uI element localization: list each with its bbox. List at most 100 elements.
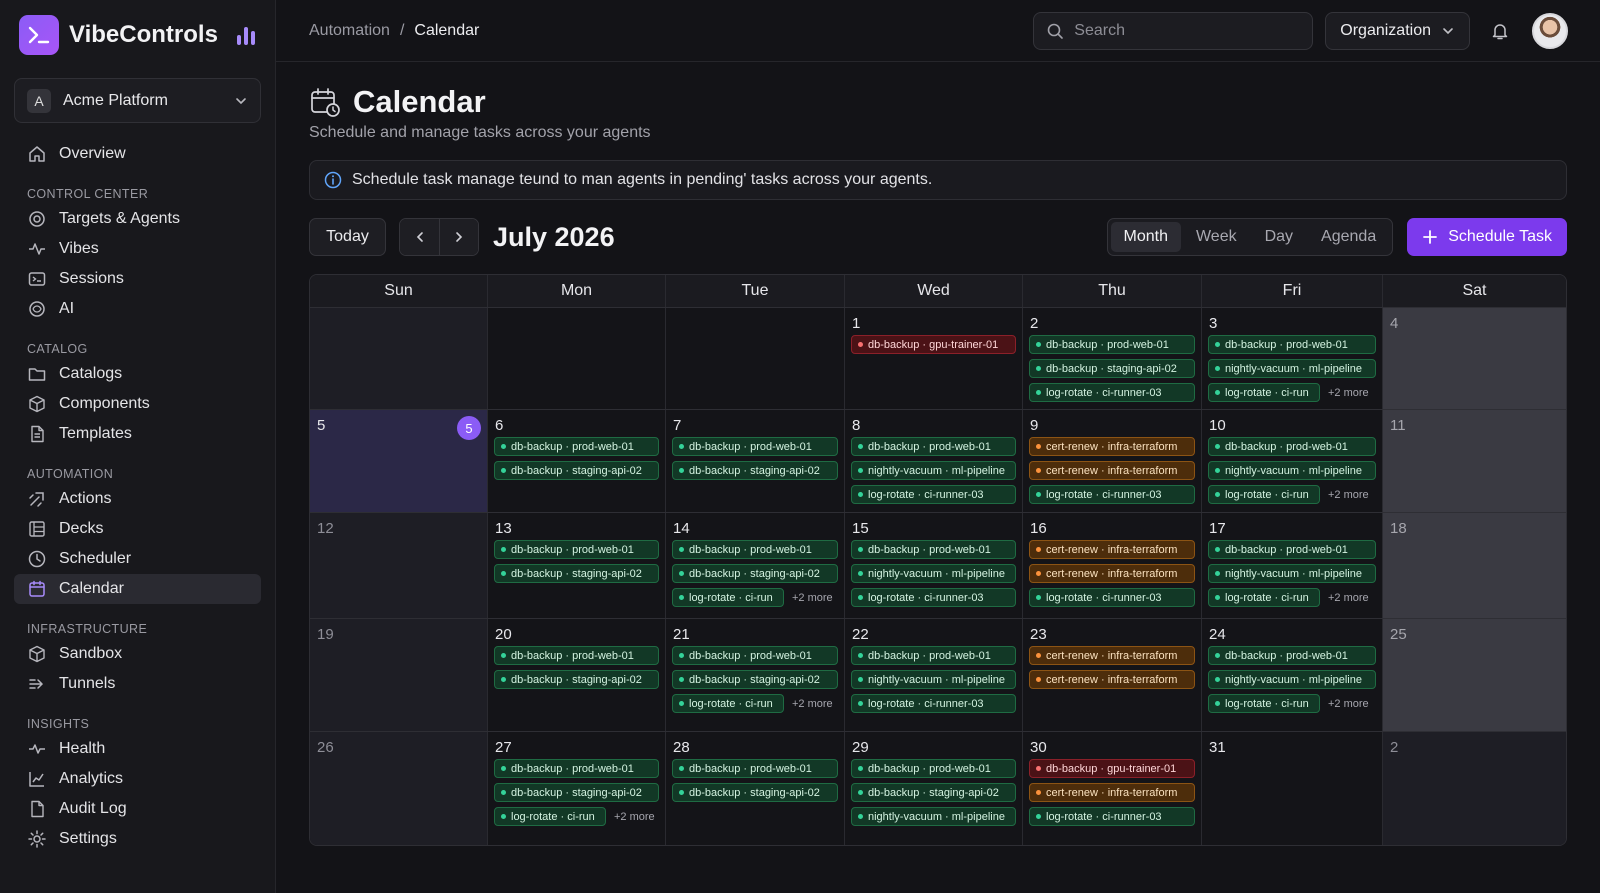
event-chip[interactable]: nightly-vacuum · ml-pipeline — [851, 807, 1016, 826]
event-chip[interactable]: nightly-vacuum · ml-pipeline — [851, 461, 1016, 480]
event-chip[interactable]: db-backup · prod-web-01 — [1208, 540, 1376, 559]
view-week-button[interactable]: Week — [1183, 222, 1250, 252]
event-chip[interactable]: db-backup · staging-api-02 — [494, 461, 659, 480]
sidebar-item-decks[interactable]: Decks — [14, 514, 261, 544]
event-chip[interactable]: db-backup · prod-web-01 — [494, 437, 659, 456]
more-events-link[interactable]: +2 more — [1328, 489, 1369, 501]
event-chip[interactable]: db-backup · staging-api-02 — [672, 461, 838, 480]
day-cell[interactable]: 17 db-backup · prod-web-01 nightly-vacuum … — [1202, 513, 1383, 618]
event-chip[interactable]: log-rotate · ci-run — [672, 588, 784, 607]
event-chip[interactable]: db-backup · staging-api-02 — [672, 783, 838, 802]
organization-dropdown[interactable]: Organization — [1325, 11, 1470, 50]
event-chip[interactable]: db-backup · staging-api-02 — [494, 783, 659, 802]
day-cell[interactable]: 15 db-backup · prod-web-01 nightly-vacuum … — [845, 513, 1023, 618]
day-cell[interactable]: 6 db-backup · prod-web-01 db-backup · stag… — [488, 410, 666, 512]
sidebar-item-audit-log[interactable]: Audit Log — [14, 794, 261, 824]
event-chip[interactable]: log-rotate · ci-run — [1208, 383, 1320, 402]
sidebar-item-sessions[interactable]: Sessions — [14, 264, 261, 294]
event-chip[interactable]: db-backup · gpu-trainer-01 — [851, 335, 1016, 354]
day-cell[interactable]: 20 db-backup · prod-web-01 db-backup · sta… — [488, 619, 666, 731]
event-chip[interactable]: db-backup · staging-api-02 — [672, 564, 838, 583]
event-chip[interactable]: db-backup · prod-web-01 — [672, 437, 838, 456]
event-chip[interactable]: cert-renew · infra-terraform — [1029, 670, 1195, 689]
day-cell[interactable]: 19 — [310, 619, 488, 731]
org-switcher[interactable]: A Acme Platform — [14, 78, 261, 123]
event-chip[interactable]: db-backup · staging-api-02 — [494, 670, 659, 689]
day-cell[interactable]: 28 db-backup · prod-web-01 db-backup · sta… — [666, 732, 845, 845]
sidebar-item-components[interactable]: Components — [14, 389, 261, 419]
event-chip[interactable]: cert-renew · infra-terraform — [1029, 646, 1195, 665]
sidebar-item-health[interactable]: Health — [14, 734, 261, 764]
sidebar-item-ai[interactable]: AI — [14, 294, 261, 324]
event-chip[interactable]: log-rotate · ci-run — [1208, 588, 1320, 607]
day-cell[interactable] — [666, 308, 845, 409]
day-cell[interactable]: 21 db-backup · prod-web-01 db-backup · sta… — [666, 619, 845, 731]
schedule-task-button[interactable]: Schedule Task — [1407, 218, 1567, 256]
more-events-link[interactable]: +2 more — [792, 698, 833, 710]
search-input[interactable] — [1074, 21, 1275, 40]
breadcrumb-automation[interactable]: Automation — [309, 22, 390, 40]
sidebar-item-vibes[interactable]: Vibes — [14, 234, 261, 264]
event-chip[interactable]: db-backup · prod-web-01 — [851, 646, 1016, 665]
event-chip[interactable]: cert-renew · infra-terraform — [1029, 540, 1195, 559]
event-chip[interactable]: cert-renew · infra-terraform — [1029, 564, 1195, 583]
day-cell[interactable]: 2 — [1383, 732, 1566, 845]
event-chip[interactable]: log-rotate · ci-runner-03 — [1029, 485, 1195, 504]
search-box[interactable] — [1033, 11, 1314, 50]
day-cell[interactable]: 22 db-backup · prod-web-01 nightly-vacuum … — [845, 619, 1023, 731]
event-chip[interactable]: db-backup · prod-web-01 — [851, 437, 1016, 456]
day-cell[interactable]: 30 db-backup · gpu-trainer-01 cert-renew ·… — [1023, 732, 1202, 845]
today-button[interactable]: Today — [309, 218, 386, 256]
day-cell[interactable]: 16 cert-renew · infra-terraform cert-renew… — [1023, 513, 1202, 618]
event-chip[interactable]: db-backup · prod-web-01 — [494, 646, 659, 665]
view-month-button[interactable]: Month — [1110, 222, 1181, 252]
day-cell[interactable]: 27 db-backup · prod-web-01 db-backup · sta… — [488, 732, 666, 845]
day-cell[interactable]: 11 — [1383, 410, 1566, 512]
day-cell[interactable]: 2 db-backup · prod-web-01 db-backup · stag… — [1023, 308, 1202, 409]
event-chip[interactable]: log-rotate · ci-run — [494, 807, 606, 826]
day-cell[interactable]: 9 cert-renew · infra-terraform cert-renew … — [1023, 410, 1202, 512]
event-chip[interactable]: cert-renew · infra-terraform — [1029, 783, 1195, 802]
day-cell[interactable]: 31 — [1202, 732, 1383, 845]
prev-month-button[interactable] — [400, 219, 439, 255]
event-chip[interactable]: log-rotate · ci-runner-03 — [851, 485, 1016, 504]
sidebar-item-templates[interactable]: Templates — [14, 419, 261, 449]
event-chip[interactable]: nightly-vacuum · ml-pipeline — [1208, 670, 1376, 689]
day-cell[interactable]: 14 db-backup · prod-web-01 db-backup · sta… — [666, 513, 845, 618]
day-cell[interactable]: 3 db-backup · prod-web-01 nightly-vacuum ·… — [1202, 308, 1383, 409]
event-chip[interactable]: db-backup · prod-web-01 — [1208, 335, 1376, 354]
event-chip[interactable]: nightly-vacuum · ml-pipeline — [1208, 359, 1376, 378]
event-chip[interactable]: db-backup · staging-api-02 — [1029, 359, 1195, 378]
more-events-link[interactable]: +2 more — [614, 811, 655, 823]
sidebar-item-overview[interactable]: Overview — [14, 139, 261, 169]
event-chip[interactable]: log-rotate · ci-runner-03 — [1029, 383, 1195, 402]
event-chip[interactable]: log-rotate · ci-runner-03 — [1029, 588, 1195, 607]
event-chip[interactable]: log-rotate · ci-run — [1208, 694, 1320, 713]
sidebar-item-settings[interactable]: Settings — [14, 824, 261, 854]
brand[interactable]: VibeControls — [14, 0, 261, 70]
next-month-button[interactable] — [439, 219, 478, 255]
day-cell[interactable]: 26 — [310, 732, 488, 845]
event-chip[interactable]: db-backup · prod-web-01 — [1208, 646, 1376, 665]
view-day-button[interactable]: Day — [1252, 222, 1306, 252]
day-cell[interactable]: 1 db-backup · gpu-trainer-01 — [845, 308, 1023, 409]
event-chip[interactable]: db-backup · prod-web-01 — [1029, 335, 1195, 354]
more-events-link[interactable]: +2 more — [1328, 592, 1369, 604]
day-cell[interactable]: 24 db-backup · prod-web-01 nightly-vacuum … — [1202, 619, 1383, 731]
event-chip[interactable]: db-backup · prod-web-01 — [1208, 437, 1376, 456]
day-cell[interactable]: 13 db-backup · prod-web-01 db-backup · sta… — [488, 513, 666, 618]
event-chip[interactable]: nightly-vacuum · ml-pipeline — [1208, 461, 1376, 480]
event-chip[interactable]: db-backup · prod-web-01 — [672, 646, 838, 665]
sidebar-item-calendar[interactable]: Calendar — [14, 574, 261, 604]
sidebar-item-catalogs[interactable]: Catalogs — [14, 359, 261, 389]
event-chip[interactable]: log-rotate · ci-runner-03 — [851, 588, 1016, 607]
day-cell[interactable]: 29 db-backup · prod-web-01 db-backup · sta… — [845, 732, 1023, 845]
day-cell[interactable]: 4 — [1383, 308, 1566, 409]
day-cell[interactable]: 18 — [1383, 513, 1566, 618]
day-cell[interactable]: 23 cert-renew · infra-terraform cert-renew… — [1023, 619, 1202, 731]
sidebar-item-scheduler[interactable]: Scheduler — [14, 544, 261, 574]
day-cell[interactable] — [310, 308, 488, 409]
day-cell[interactable] — [488, 308, 666, 409]
day-cell[interactable]: 12 — [310, 513, 488, 618]
day-cell[interactable]: 25 — [1383, 619, 1566, 731]
